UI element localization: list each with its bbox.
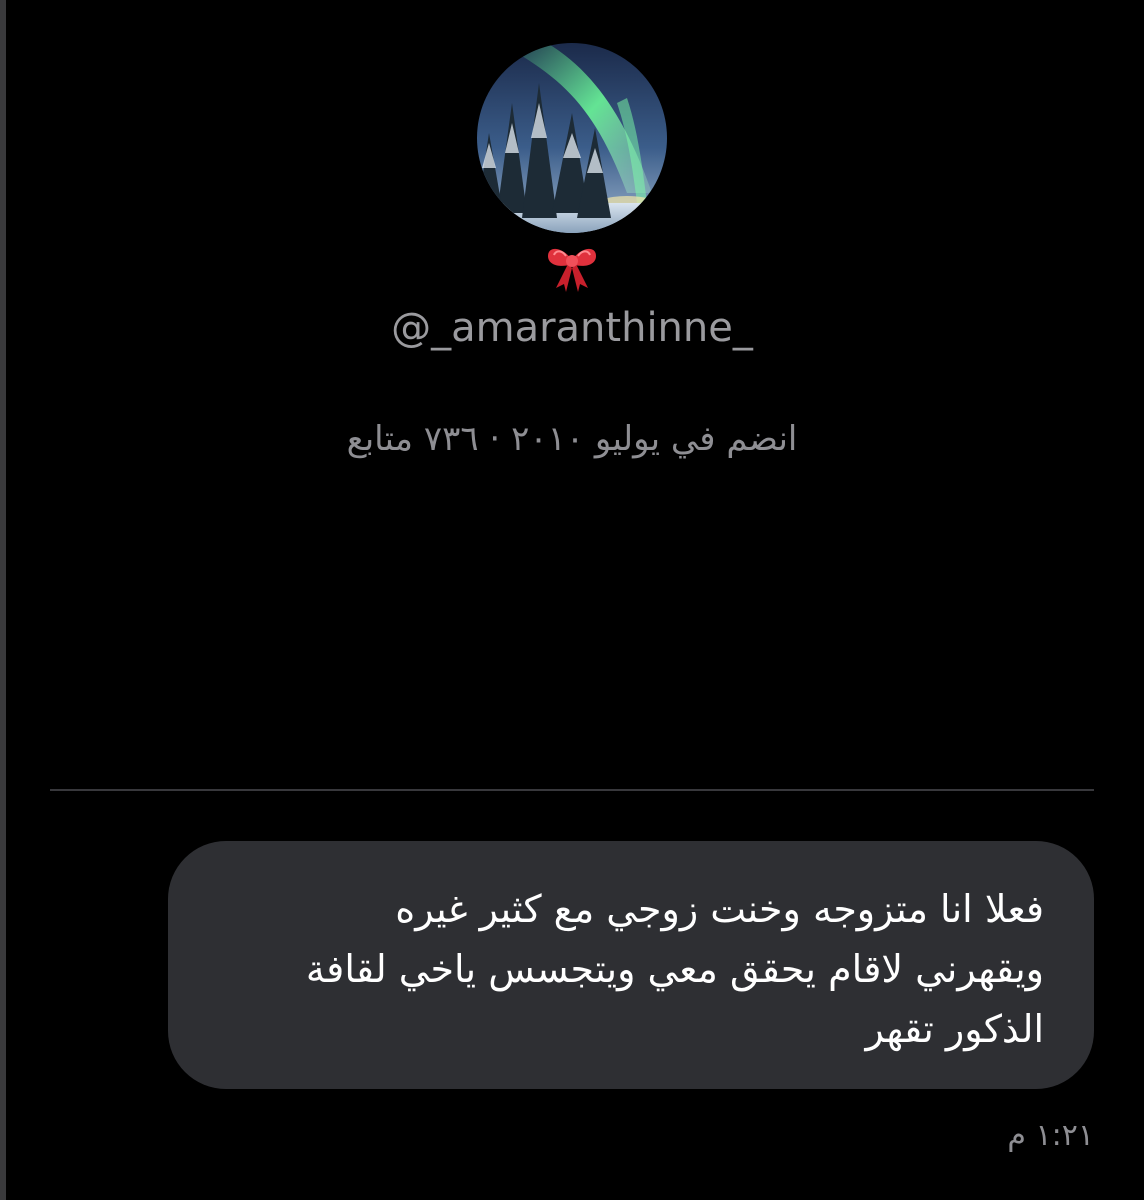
profile-avatar[interactable] bbox=[477, 43, 667, 233]
profile-handle[interactable]: @_amaranthinne_ bbox=[0, 302, 1144, 354]
divider bbox=[50, 789, 1094, 791]
aurora-forest-avatar-icon bbox=[477, 43, 667, 233]
message-text: فعلا انا متزوجه وخنت زوجي مع كثير غيره و… bbox=[305, 887, 1044, 1051]
window-left-edge bbox=[0, 0, 6, 1200]
red-bow-icon bbox=[544, 238, 600, 294]
profile-joined-followers: انضم في يوليو ٢٠١٠ · ٧٣٦ متابع bbox=[346, 419, 798, 459]
message-bubble[interactable]: فعلا انا متزوجه وخنت زوجي مع كثير غيره و… bbox=[168, 841, 1094, 1089]
message-timestamp: ١:٢١ م bbox=[1007, 1118, 1094, 1153]
